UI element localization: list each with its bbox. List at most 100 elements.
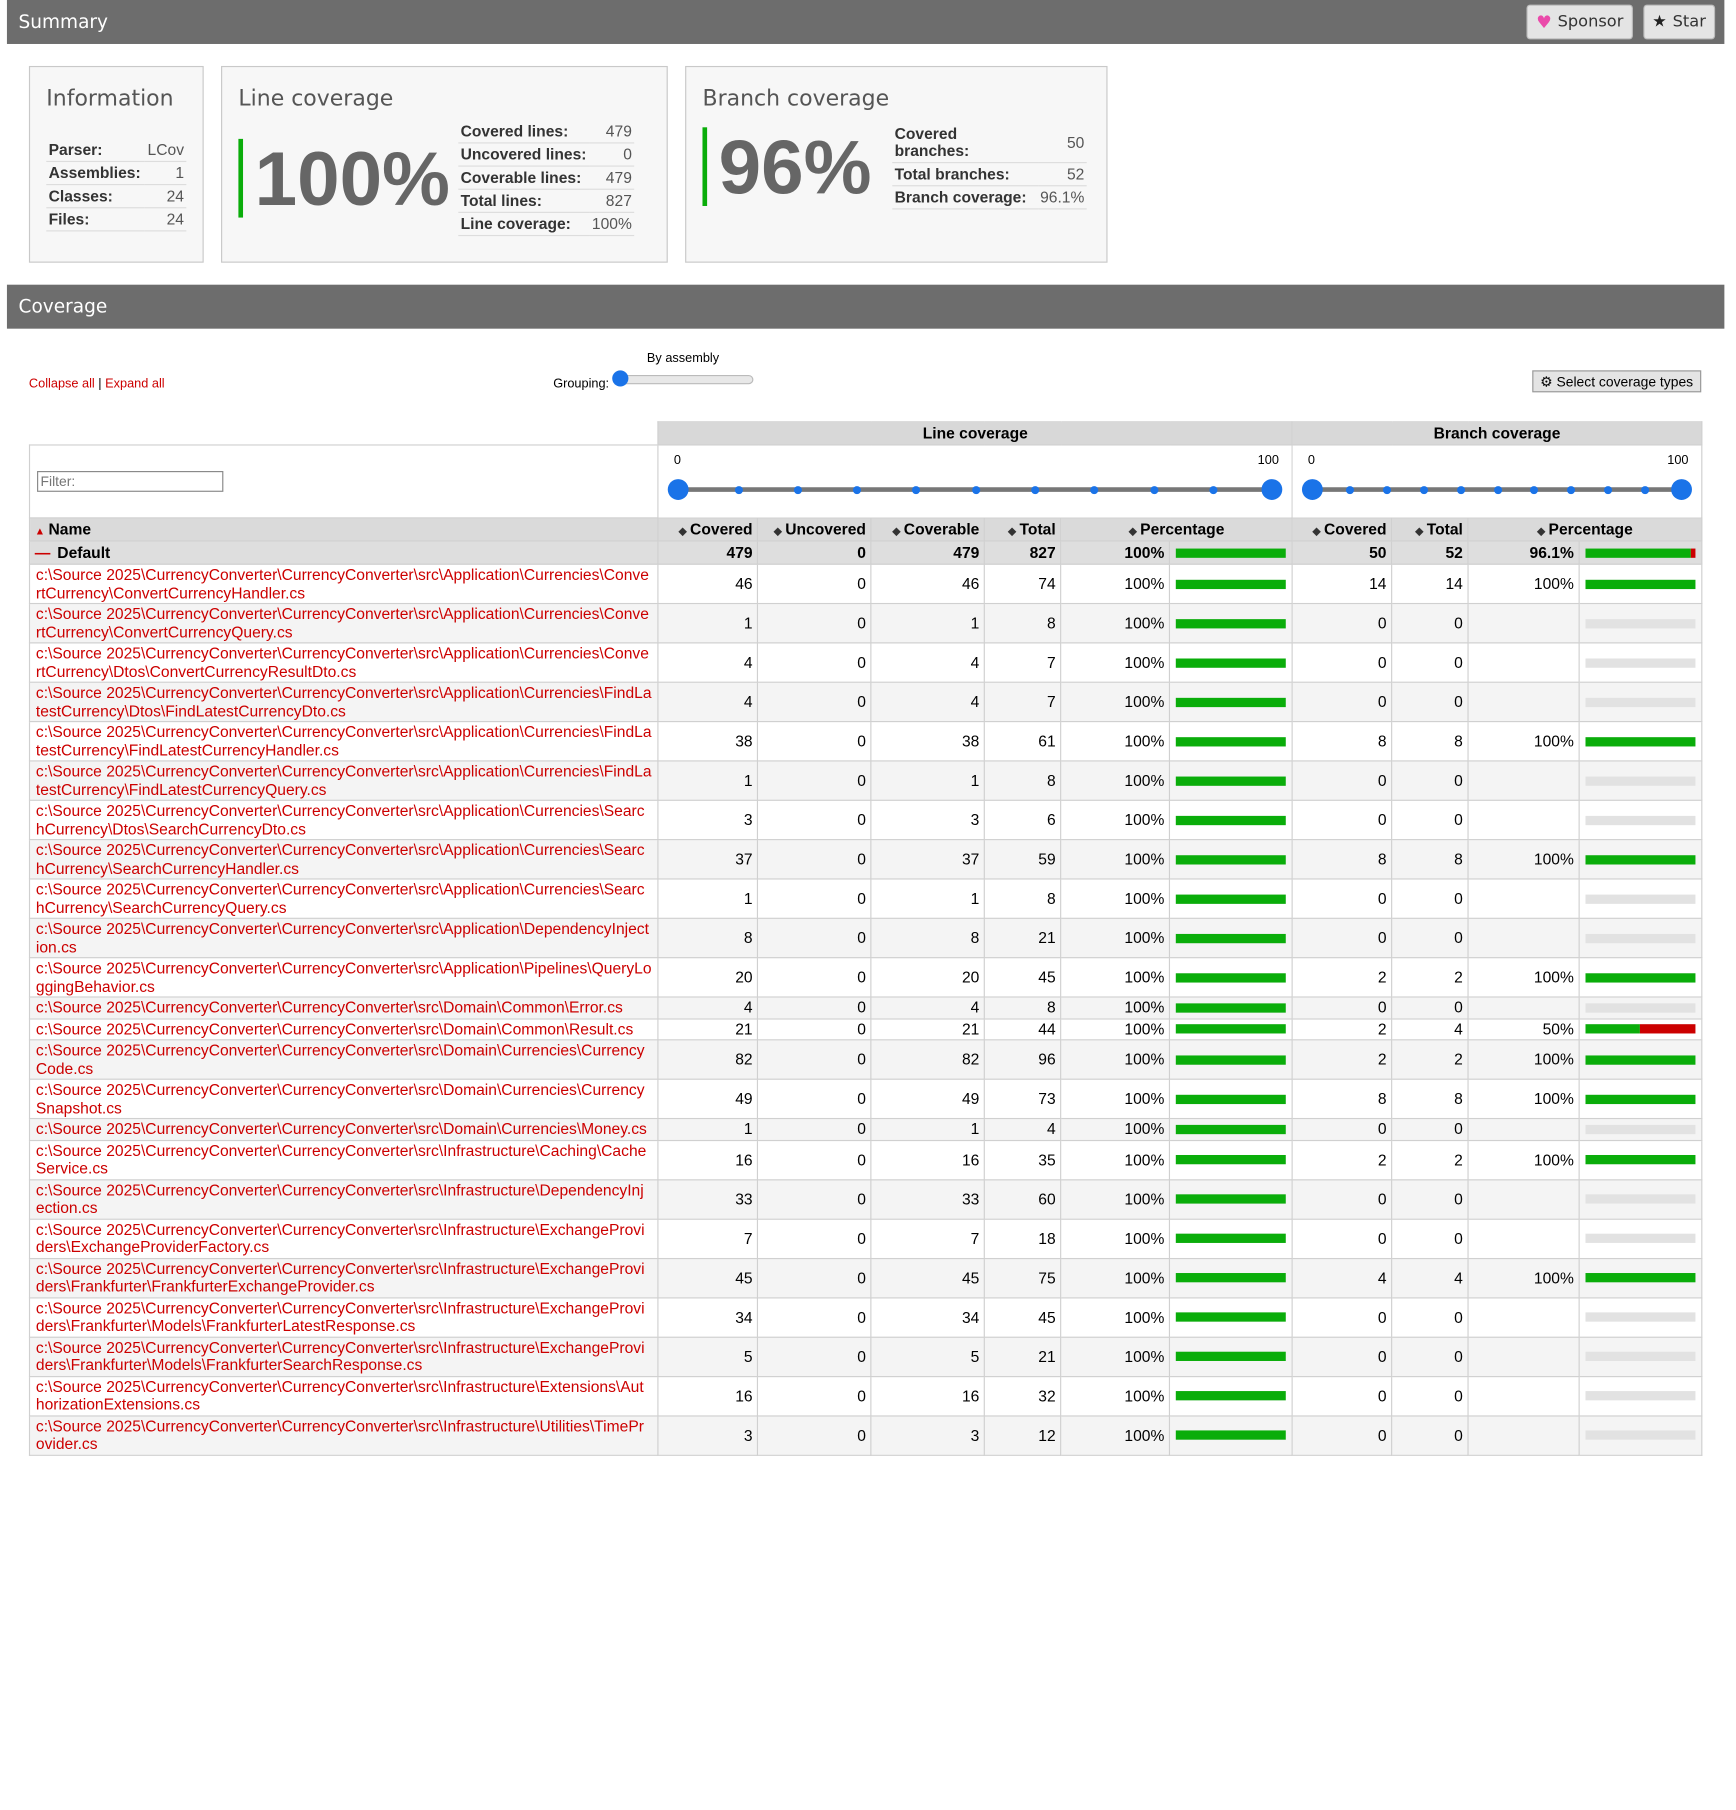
line-total: 8	[983, 760, 1062, 801]
range-tick	[853, 486, 862, 495]
line-coverage-label: Covered lines:	[458, 120, 590, 144]
branch-coverage-bar	[1585, 933, 1696, 943]
column-percentage[interactable]: ◆ Percentage	[1060, 517, 1293, 542]
collapse-all-link[interactable]: Collapse all	[29, 377, 95, 391]
branch-range-max-handle[interactable]	[1671, 479, 1692, 500]
column-branch-total[interactable]: ◆ Total	[1391, 517, 1469, 542]
file-link[interactable]: c:\Source 2025\CurrencyConverter\Currenc…	[28, 642, 659, 683]
line-covered: 37	[657, 839, 759, 880]
line-covered: 8	[657, 917, 759, 959]
branch-covered: 14	[1291, 563, 1393, 605]
file-link[interactable]: c:\Source 2025\CurrencyConverter\Currenc…	[28, 563, 659, 605]
branch-coverage-bar	[1585, 1003, 1696, 1013]
branch-percentage	[1467, 602, 1580, 644]
file-link[interactable]: c:\Source 2025\CurrencyConverter\Currenc…	[28, 957, 659, 998]
expand-all-link[interactable]: Expand all	[105, 377, 164, 391]
branch-total: 0	[1391, 1218, 1469, 1259]
line-total: 7	[983, 681, 1062, 723]
table-row: c:\Source 2025\CurrencyConverter\Currenc…	[28, 681, 1703, 723]
line-covered: 1	[657, 602, 759, 644]
file-link[interactable]: c:\Source 2025\CurrencyConverter\Currenc…	[28, 1039, 659, 1080]
branch-bar-cell	[1578, 1178, 1703, 1220]
line-covered: 1	[657, 760, 759, 801]
column-coverable[interactable]: ◆ Coverable	[870, 517, 986, 542]
file-link[interactable]: c:\Source 2025\CurrencyConverter\Currenc…	[28, 1117, 659, 1141]
branch-total: 0	[1391, 917, 1469, 959]
branch-coverage-bar	[1585, 854, 1696, 864]
line-coverage-bar	[1175, 1391, 1286, 1401]
column-uncovered[interactable]: ◆ Uncovered	[757, 517, 872, 542]
line-covered: 16	[657, 1375, 759, 1416]
branch-covered: 0	[1291, 799, 1393, 841]
summary-header: Summary ♥ Sponsor ★ Star	[6, 0, 1725, 44]
file-link[interactable]: c:\Source 2025\CurrencyConverter\Currenc…	[28, 1218, 659, 1259]
branch-coverage-bar	[1585, 579, 1696, 589]
column-covered[interactable]: ◆ Covered	[657, 517, 759, 542]
branch-total: 0	[1391, 1375, 1469, 1416]
table-row: c:\Source 2025\CurrencyConverter\Currenc…	[28, 1178, 1703, 1220]
line-total: 8	[983, 996, 1062, 1019]
range-tick	[1090, 486, 1099, 495]
assembly-row[interactable]: — Default 479 0 479 827 100% 50 52 96.1%	[28, 540, 1703, 565]
assembly-name-cell[interactable]: — Default	[28, 540, 659, 565]
filter-input[interactable]	[37, 471, 224, 492]
file-link[interactable]: c:\Source 2025\CurrencyConverter\Currenc…	[28, 1078, 659, 1120]
file-link[interactable]: c:\Source 2025\CurrencyConverter\Currenc…	[28, 799, 659, 841]
assembly-line-coverage-bar	[1175, 547, 1286, 558]
branch-coverage-title: Branch coverage	[702, 85, 890, 112]
file-link[interactable]: c:\Source 2025\CurrencyConverter\Currenc…	[28, 917, 659, 959]
line-covered: 3	[657, 799, 759, 841]
grouping-slider-handle[interactable]	[612, 370, 629, 387]
file-link[interactable]: c:\Source 2025\CurrencyConverter\Currenc…	[28, 760, 659, 801]
file-link[interactable]: c:\Source 2025\CurrencyConverter\Currenc…	[28, 878, 659, 919]
file-link[interactable]: c:\Source 2025\CurrencyConverter\Currenc…	[28, 602, 659, 644]
file-link[interactable]: c:\Source 2025\CurrencyConverter\Currenc…	[28, 1017, 659, 1041]
file-link[interactable]: c:\Source 2025\CurrencyConverter\Currenc…	[28, 720, 659, 762]
file-link[interactable]: c:\Source 2025\CurrencyConverter\Currenc…	[28, 1375, 659, 1416]
line-coverable: 46	[870, 563, 986, 605]
coverage-table: Line coverage Branch coverage 0 100	[28, 421, 1703, 1456]
line-bar-cell	[1168, 1375, 1293, 1416]
line-total: 21	[983, 917, 1062, 959]
branch-coverage-row: Branch coverage: 96.1%	[892, 185, 1087, 210]
assembly-branch-coverage-bar	[1585, 547, 1696, 558]
file-link[interactable]: c:\Source 2025\CurrencyConverter\Currenc…	[28, 839, 659, 880]
line-coverable: 34	[870, 1296, 986, 1338]
column-total[interactable]: ◆ Total	[983, 517, 1062, 542]
file-link[interactable]: c:\Source 2025\CurrencyConverter\Currenc…	[28, 1178, 659, 1220]
line-bar-cell	[1168, 1139, 1293, 1180]
file-link[interactable]: c:\Source 2025\CurrencyConverter\Currenc…	[28, 1139, 659, 1180]
covered-fill	[1175, 933, 1286, 943]
file-link[interactable]: c:\Source 2025\CurrencyConverter\Currenc…	[28, 996, 659, 1019]
file-link[interactable]: c:\Source 2025\CurrencyConverter\Currenc…	[28, 1296, 659, 1338]
line-range-max-handle[interactable]	[1261, 479, 1283, 500]
line-coverage-value: 479	[589, 120, 635, 144]
branch-range-max: 100	[1667, 453, 1689, 468]
file-link[interactable]: c:\Source 2025\CurrencyConverter\Currenc…	[28, 1414, 659, 1456]
star-button[interactable]: ★ Star	[1643, 4, 1716, 40]
column-branch-percentage[interactable]: ◆ Percentage	[1467, 517, 1703, 542]
branch-coverage-bar	[1585, 1351, 1696, 1361]
branch-percentage	[1467, 760, 1580, 801]
table-row: c:\Source 2025\CurrencyConverter\Currenc…	[28, 996, 1703, 1019]
table-row: c:\Source 2025\CurrencyConverter\Currenc…	[28, 1078, 1703, 1120]
line-coverage-bar	[1175, 1154, 1286, 1165]
branch-range-min-handle[interactable]	[1302, 479, 1323, 500]
file-link[interactable]: c:\Source 2025\CurrencyConverter\Currenc…	[28, 681, 659, 723]
select-coverage-types-button[interactable]: ⚙ Select coverage types	[1532, 370, 1702, 393]
line-range-min-handle[interactable]	[668, 479, 689, 500]
sponsor-button[interactable]: ♥ Sponsor	[1526, 4, 1633, 40]
line-coverage-group-header: Line coverage	[657, 421, 1293, 446]
line-bar-cell	[1168, 1117, 1293, 1141]
minus-icon[interactable]: —	[35, 544, 51, 561]
line-total: 74	[983, 563, 1062, 605]
column-name[interactable]: ▲ Name	[28, 517, 659, 542]
assembly-covered: 479	[657, 540, 759, 565]
grouping-slider[interactable]	[620, 374, 754, 385]
file-link[interactable]: c:\Source 2025\CurrencyConverter\Currenc…	[28, 1336, 659, 1377]
sort-icon: ◆	[773, 525, 782, 537]
column-branch-covered[interactable]: ◆ Covered	[1291, 517, 1393, 542]
file-link[interactable]: c:\Source 2025\CurrencyConverter\Currenc…	[28, 1257, 659, 1298]
branch-total: 0	[1391, 878, 1469, 919]
covered-fill	[1175, 618, 1286, 628]
